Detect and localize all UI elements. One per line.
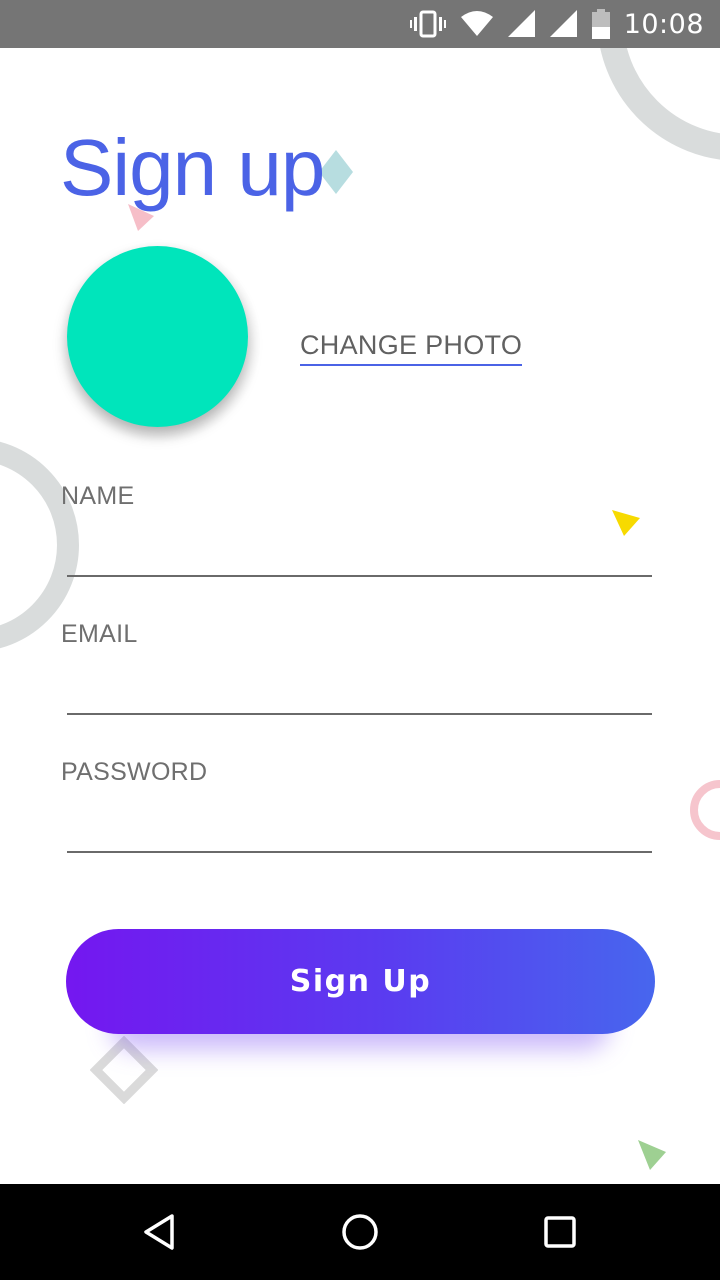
password-label: PASSWORD [61, 758, 208, 786]
avatar[interactable] [67, 246, 248, 427]
back-icon[interactable] [136, 1208, 184, 1256]
email-label: EMAIL [61, 620, 138, 648]
status-icons: 10:08 [409, 0, 704, 48]
signup-button[interactable]: Sign Up [66, 929, 655, 1034]
name-input[interactable] [67, 535, 652, 577]
name-label: NAME [61, 482, 135, 510]
navigation-bar [0, 1184, 720, 1280]
home-icon[interactable] [336, 1208, 384, 1256]
status-bar: 10:08 [0, 0, 720, 48]
change-photo-link[interactable]: CHANGE PHOTO [300, 330, 523, 366]
decorative-triangle-green [638, 1140, 666, 1170]
wifi-icon [460, 11, 494, 37]
decorative-ring-top-right [600, 48, 720, 160]
decorative-ring-pink [690, 780, 720, 840]
password-input[interactable] [67, 811, 652, 853]
battery-icon [591, 9, 610, 39]
page-title: Sign up [60, 123, 325, 212]
decorative-triangle-yellow [612, 510, 640, 536]
recents-icon[interactable] [536, 1208, 584, 1256]
signal-icon [549, 10, 578, 38]
vibrate-icon [409, 10, 446, 38]
signal-icon [507, 10, 536, 38]
email-input[interactable] [67, 673, 652, 715]
status-time: 10:08 [623, 8, 704, 40]
